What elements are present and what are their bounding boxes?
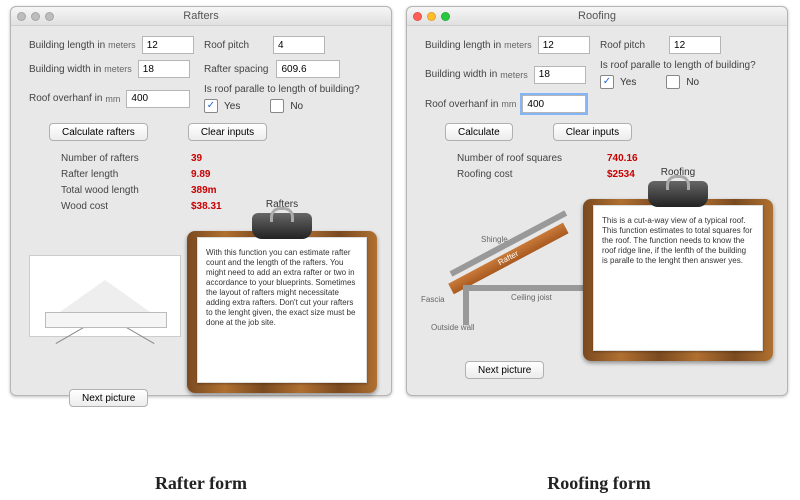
result-label: Number of rafters <box>61 153 191 164</box>
clear-inputs-button[interactable]: Clear inputs <box>553 123 632 141</box>
shingle-label: Shingle <box>481 235 508 244</box>
building-length-input[interactable] <box>142 36 194 54</box>
clear-inputs-button[interactable]: Clear inputs <box>188 123 267 141</box>
building-length-unit: meters <box>108 40 136 50</box>
titlebar[interactable]: Rafters <box>11 7 391 26</box>
result-row: Number of rafters 39 <box>61 153 373 164</box>
building-length-unit: meters <box>504 40 532 50</box>
parallel-yes-checkbox[interactable]: ✓ <box>600 75 614 89</box>
zoom-icon[interactable] <box>441 12 450 21</box>
clipboard-clip-icon <box>252 213 312 239</box>
parallel-no-checkbox[interactable] <box>270 99 284 113</box>
titlebar[interactable]: Roofing <box>407 7 787 26</box>
window-controls <box>17 12 54 21</box>
left-caption: Rafter form <box>6 473 396 494</box>
clipboard-text: With this function you can estimate raft… <box>197 237 367 383</box>
parallel-question: Is roof paralle to length of building? <box>600 60 756 71</box>
rafter-spacing-label: Rafter spacing <box>204 64 268 75</box>
clipboard: Roofing This is a cut-a-way view of a ty… <box>583 181 773 361</box>
roof-overhang-input[interactable] <box>126 90 190 108</box>
ceiling-joist-label: Ceiling joist <box>511 293 552 302</box>
roof-pitch-label: Roof pitch <box>600 40 645 51</box>
roof-overhang-label: Roof overhanf in <box>425 99 498 110</box>
result-row: Number of roof squares 740.16 <box>457 153 769 164</box>
rafter-bar-label: Rafter <box>448 223 568 295</box>
result-label: Number of roof squares <box>457 153 607 164</box>
result-label: Wood cost <box>61 201 191 212</box>
roof-pitch-label: Roof pitch <box>204 40 249 51</box>
building-width-input[interactable] <box>534 66 586 84</box>
no-label: No <box>686 77 699 88</box>
minimize-icon[interactable] <box>31 12 40 21</box>
clipboard-clip-icon <box>648 181 708 207</box>
result-value: 740.16 <box>607 153 638 164</box>
building-length-label: Building length in <box>425 40 501 51</box>
parallel-question: Is roof paralle to length of building? <box>204 84 360 95</box>
next-picture-button[interactable]: Next picture <box>69 389 148 407</box>
roof-overhang-unit: mm <box>105 94 120 104</box>
rafter-spacing-input[interactable] <box>276 60 340 78</box>
result-label: Total wood length <box>61 185 191 196</box>
calculate-button[interactable]: Calculate <box>445 123 513 141</box>
building-width-label: Building width in <box>29 64 101 75</box>
building-width-input[interactable] <box>138 60 190 78</box>
yes-label: Yes <box>224 101 240 112</box>
no-label: No <box>290 101 303 112</box>
result-label: Rafter length <box>61 169 191 180</box>
roof-pitch-input[interactable] <box>273 36 325 54</box>
window-controls <box>413 12 450 21</box>
calculate-rafters-button[interactable]: Calculate rafters <box>49 123 148 141</box>
window-title: Roofing <box>407 10 787 22</box>
result-value: 9.89 <box>191 169 210 180</box>
rafters-window: Rafters Building length in meters Roof p… <box>10 6 392 396</box>
close-icon[interactable] <box>17 12 26 21</box>
right-caption: Roofing form <box>404 473 794 494</box>
parallel-yes-checkbox[interactable]: ✓ <box>204 99 218 113</box>
result-value: 389m <box>191 185 217 196</box>
roof-overhang-label: Roof overhanf in <box>29 93 102 104</box>
roof-cutaway-diagram: Rafter Shingle Ceiling joist Fascia Outs… <box>421 223 591 333</box>
roofing-window: Roofing Building length in meters Roof p… <box>406 6 788 396</box>
clipboard-text: This is a cut-a-way view of a typical ro… <box>593 205 763 351</box>
rafter-diagram <box>29 255 181 337</box>
clipboard: Rafters With this function you can estim… <box>187 213 377 393</box>
zoom-icon[interactable] <box>45 12 54 21</box>
parallel-no-checkbox[interactable] <box>666 75 680 89</box>
outside-wall-label: Outside wall <box>431 323 475 332</box>
yes-label: Yes <box>620 77 636 88</box>
roof-pitch-input[interactable] <box>669 36 721 54</box>
result-row: Rafter length 9.89 <box>61 169 373 180</box>
roof-overhang-unit: mm <box>501 99 516 109</box>
result-value: 39 <box>191 153 202 164</box>
building-length-label: Building length in <box>29 40 105 51</box>
next-picture-button[interactable]: Next picture <box>465 361 544 379</box>
fascia-label: Fascia <box>421 295 445 304</box>
building-width-unit: meters <box>104 64 132 74</box>
close-icon[interactable] <box>413 12 422 21</box>
result-row: Total wood length 389m <box>61 185 373 196</box>
building-width-label: Building width in <box>425 69 497 80</box>
roof-overhang-input[interactable] <box>522 95 586 113</box>
building-length-input[interactable] <box>538 36 590 54</box>
building-width-unit: meters <box>500 70 528 80</box>
window-title: Rafters <box>11 10 391 22</box>
minimize-icon[interactable] <box>427 12 436 21</box>
